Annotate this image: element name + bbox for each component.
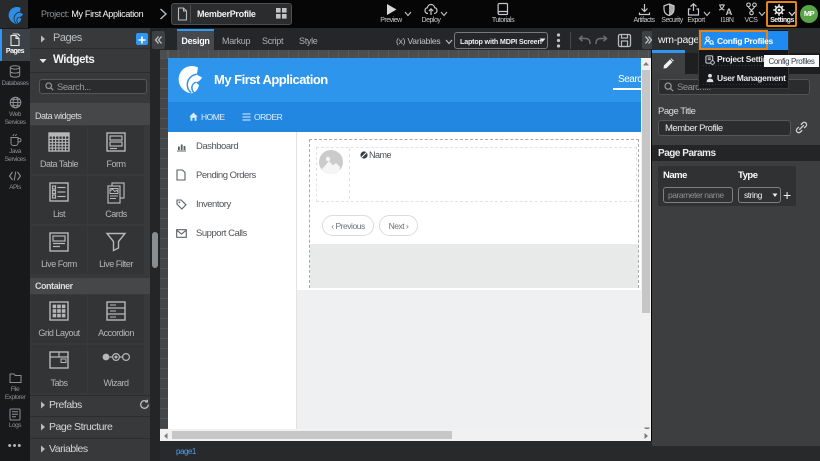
svg-text:A: A bbox=[726, 7, 733, 16]
